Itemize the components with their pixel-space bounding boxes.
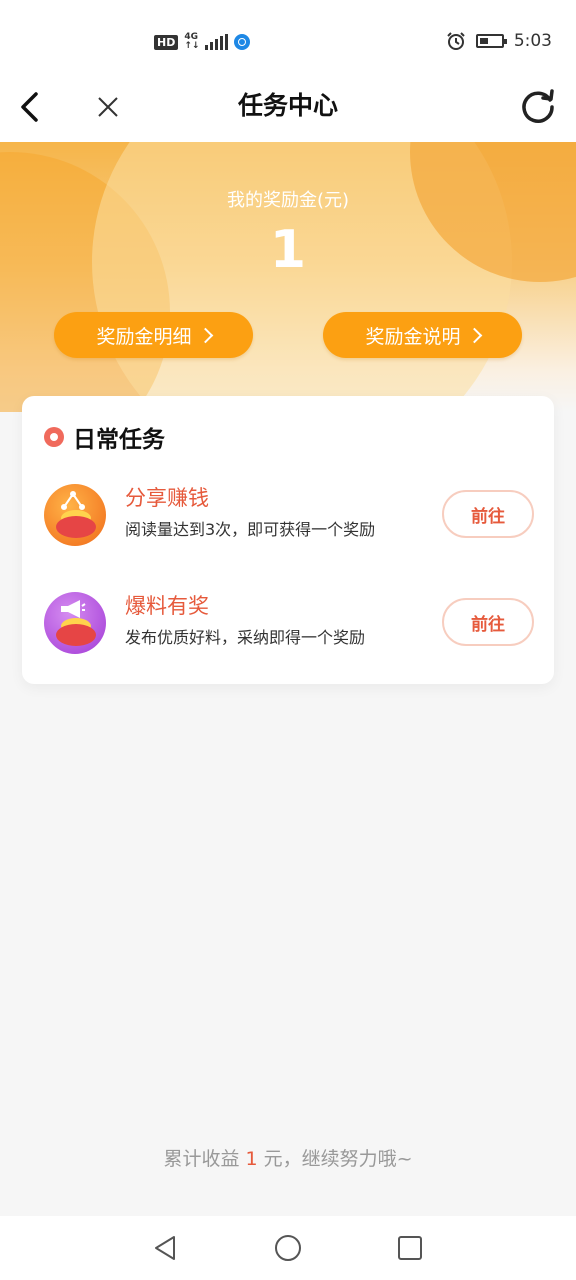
task-name: 分享赚钱 — [125, 486, 209, 510]
nav-recents-button[interactable] — [386, 1226, 434, 1270]
system-nav-bar — [0, 1216, 576, 1280]
task-desc: 发布优质好料，采纳即得一个奖励 — [125, 628, 366, 647]
megaphone-icon — [61, 600, 86, 618]
task-desc: 阅读量达到3次，即可获得一个奖励 — [125, 520, 376, 539]
app-header: 任务中心 — [0, 72, 576, 142]
section-dot-icon — [44, 427, 64, 447]
task-name: 爆料有奖 — [125, 594, 209, 618]
vpn-globe-icon — [234, 34, 251, 50]
share-icon — [61, 491, 85, 510]
chevron-right-icon — [466, 327, 482, 343]
network-type: 4G ↑↓ — [184, 33, 199, 51]
back-triangle-icon — [155, 1236, 175, 1260]
recents-square-icon — [398, 1236, 422, 1260]
share-coins-icon — [44, 484, 106, 546]
hd-icon: HD — [154, 34, 179, 50]
reward-rules-button[interactable]: 奖励金说明 — [323, 312, 522, 358]
card-title: 日常任务 — [73, 427, 165, 453]
reward-label: 我的奖励金(元) — [226, 190, 350, 211]
clock: 5:03 — [513, 31, 552, 51]
chevron-right-icon — [197, 327, 213, 343]
refresh-button[interactable] — [508, 72, 568, 142]
earnings-prefix: 累计收益 — [163, 1148, 246, 1170]
megaphone-coins-icon — [44, 592, 106, 654]
alarm-icon — [447, 32, 465, 50]
home-circle-icon — [275, 1235, 301, 1261]
total-earnings-note: 累计收益 1 元，继续努力哦~ — [0, 1144, 576, 1171]
reward-details-label: 奖励金明细 — [96, 325, 192, 348]
signal-icon — [205, 34, 229, 50]
reward-hero: 我的奖励金(元) 1 奖励金明细 奖励金说明 — [0, 142, 576, 412]
status-left: HD 4G ↑↓ — [154, 33, 251, 51]
earnings-suffix: 元，继续努力哦~ — [257, 1148, 413, 1170]
go-button-tipoff[interactable]: 前往 — [442, 598, 534, 646]
battery-icon — [475, 34, 507, 48]
bowl-shape — [56, 624, 96, 646]
card-header: 日常任务 — [44, 420, 165, 454]
task-row-tipoff: 爆料有奖 发布优质好料，采纳即得一个奖励 前往 — [44, 590, 534, 660]
bowl-shape — [56, 516, 96, 538]
status-bar: HD 4G ↑↓ 5:03 — [0, 0, 576, 72]
refresh-icon — [522, 89, 554, 123]
network-arrows: ↑↓ — [184, 41, 200, 51]
daily-tasks-card: 日常任务 分享赚钱 阅读量达到3次，即可获得一个奖励 前往 爆料有奖 发布优质好… — [22, 396, 554, 684]
reward-details-button[interactable]: 奖励金明细 — [54, 312, 253, 358]
reward-value: 1 — [269, 220, 307, 280]
status-right: 5:03 — [446, 31, 552, 51]
page-title: 任务中心 — [237, 91, 338, 120]
nav-home-button[interactable] — [264, 1226, 312, 1270]
earnings-amount: 1 — [245, 1148, 258, 1170]
task-row-share: 分享赚钱 阅读量达到3次，即可获得一个奖励 前往 — [44, 482, 534, 552]
nav-back-button[interactable] — [141, 1226, 189, 1270]
go-button-share[interactable]: 前往 — [442, 490, 534, 538]
reward-rules-label: 奖励金说明 — [365, 325, 461, 348]
